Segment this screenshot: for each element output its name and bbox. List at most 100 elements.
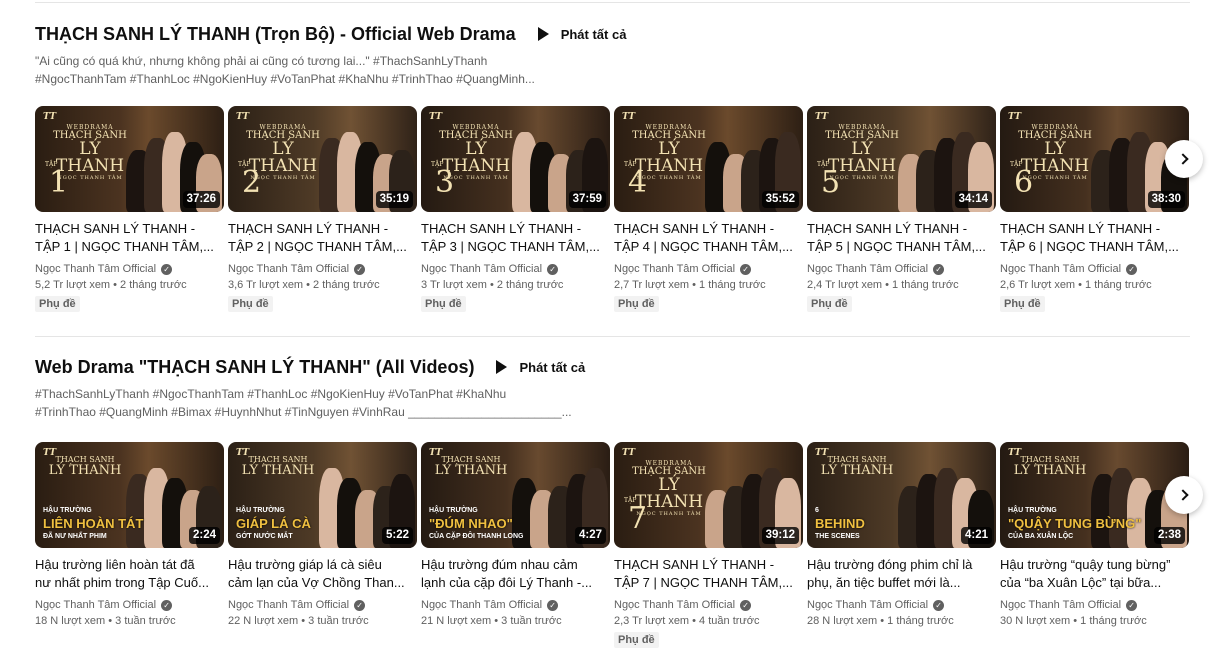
channel-name[interactable]: Ngọc Thanh Tâm Official ✓	[228, 263, 417, 275]
channel-name[interactable]: Ngọc Thanh Tâm Official ✓	[35, 263, 224, 275]
duration-badge: 35:52	[761, 191, 799, 208]
chevron-right-icon	[1176, 489, 1189, 501]
video-card[interactable]: TT WEBDRAMA THẠCH SANH LÝ THANH NGỌC THA…	[35, 106, 224, 312]
channel-label: Ngọc Thanh Tâm Official	[35, 599, 157, 611]
channel-label: Ngọc Thanh Tâm Official	[228, 263, 350, 275]
video-title[interactable]: THẠCH SANH LÝ THANH - TẬP 1 | NGỌC THANH…	[35, 220, 217, 256]
channel-name[interactable]: Ngọc Thanh Tâm Official ✓	[807, 263, 996, 275]
video-title[interactable]: Hậu trường giáp lá cà siêu cảm lạn của V…	[228, 556, 410, 592]
brand-logo: TT	[236, 112, 250, 122]
video-thumbnail[interactable]: TT THẠCH SANH LÝ THANH HẬU TRƯỜNG LIÊN H…	[35, 442, 224, 548]
duration-badge: 2:38	[1153, 527, 1185, 544]
verified-check-icon: ✓	[547, 599, 559, 611]
video-title[interactable]: Hậu trường “quậy tung bừng” của “ba Xuân…	[1000, 556, 1182, 592]
video-title-line: Hậu trường giáp lá cà siêu	[228, 557, 382, 572]
video-title[interactable]: Hậu trường đóng phim chỉ là phụ, ăn tiệc…	[807, 556, 989, 592]
next-button[interactable]	[1165, 140, 1203, 178]
channel-name[interactable]: Ngọc Thanh Tâm Official ✓	[228, 599, 417, 611]
video-thumbnail[interactable]: TT WEBDRAMA THẠCH SANH LÝ THANH NGỌC THA…	[35, 106, 224, 212]
shelf-title[interactable]: Web Drama "THẠCH SANH LÝ THANH" (All Vid…	[35, 357, 474, 378]
video-title[interactable]: THẠCH SANH LÝ THANH - TẬP 6 | NGỌC THANH…	[1000, 220, 1182, 256]
shelf-official-web-drama: THẠCH SANH LÝ THANH (Trọn Bộ) - Official…	[35, 20, 1218, 88]
video-title[interactable]: THẠCH SANH LÝ THANH - TẬP 5 | NGỌC THANH…	[807, 220, 989, 256]
channel-name[interactable]: Ngọc Thanh Tâm Official ✓	[1000, 263, 1189, 275]
channel-name[interactable]: Ngọc Thanh Tâm Official ✓	[421, 263, 610, 275]
video-card[interactable]: TT THẠCH SANH LÝ THANH 6 BEHIND THE SCEN…	[807, 442, 996, 648]
video-title-line: Hậu trường đóng phim chỉ là	[807, 557, 973, 572]
duration-badge: 39:12	[761, 527, 799, 544]
play-icon	[537, 27, 549, 41]
video-meta: 28 N lượt xem • 1 tháng trước	[807, 615, 954, 627]
video-card[interactable]: TT WEBDRAMA THẠCH SANH LÝ THANH NGỌC THA…	[614, 442, 803, 648]
series-title-art: THẠCH SANH LÝ THANH	[241, 455, 315, 478]
shelf-title[interactable]: THẠCH SANH LÝ THANH (Trọn Bộ) - Official…	[35, 24, 516, 45]
video-card[interactable]: TT THẠCH SANH LÝ THANH HẬU TRƯỜNG "QUẬY …	[1000, 442, 1189, 648]
verified-check-icon: ✓	[161, 263, 173, 275]
brand-logo: TT	[429, 112, 443, 122]
video-thumbnail[interactable]: TT WEBDRAMA THẠCH SANH LÝ THANH NGỌC THA…	[807, 106, 996, 212]
video-title-line: Hậu trường liên hoàn tát đã	[35, 557, 195, 572]
video-thumbnail[interactable]: TT WEBDRAMA THẠCH SANH LÝ THANH NGỌC THA…	[614, 442, 803, 548]
next-button[interactable]	[1165, 476, 1203, 514]
channel-label: Ngọc Thanh Tâm Official	[807, 263, 929, 275]
video-meta: 2,7 Tr lượt xem • 1 tháng trước	[614, 279, 766, 291]
video-card[interactable]: TT WEBDRAMA THẠCH SANH LÝ THANH NGỌC THA…	[807, 106, 996, 312]
video-card[interactable]: TT THẠCH SANH LÝ THANH HẬU TRƯỜNG "ĐÚM N…	[421, 442, 610, 648]
video-thumbnail[interactable]: TT THẠCH SANH LÝ THANH HẬU TRƯỜNG "ĐÚM N…	[421, 442, 610, 548]
video-card[interactable]: TT THẠCH SANH LÝ THANH HẬU TRƯỜNG GIÁP L…	[228, 442, 417, 648]
video-card[interactable]: TT WEBDRAMA THẠCH SANH LÝ THANH NGỌC THA…	[421, 106, 610, 312]
channel-name[interactable]: Ngọc Thanh Tâm Official ✓	[807, 599, 996, 611]
channel-name[interactable]: Ngọc Thanh Tâm Official ✓	[614, 263, 803, 275]
shelf-description: #ThachSanhLyThanh #NgocThanhTam #ThanhLo…	[35, 385, 595, 421]
channel-label: Ngọc Thanh Tâm Official	[1000, 263, 1122, 275]
channel-name[interactable]: Ngọc Thanh Tâm Official ✓	[35, 599, 224, 611]
video-meta: 3 Tr lượt xem • 2 tháng trước	[421, 279, 564, 291]
video-thumbnail[interactable]: TT THẠCH SANH LÝ THANH HẬU TRƯỜNG "QUẬY …	[1000, 442, 1189, 548]
video-title[interactable]: Hậu trường đúm nhau cảm lạnh của cặp đôi…	[421, 556, 603, 592]
video-title-line: Hậu trường đúm nhau cảm	[421, 557, 578, 572]
video-card[interactable]: TT WEBDRAMA THẠCH SANH LÝ THANH NGỌC THA…	[1000, 106, 1189, 312]
video-meta: 2,4 Tr lượt xem • 1 tháng trước	[807, 279, 959, 291]
video-title-line: TẬP 1 | NGỌC THANH TÂM,...	[35, 239, 214, 254]
channel-label: Ngọc Thanh Tâm Official	[614, 263, 736, 275]
video-title[interactable]: THẠCH SANH LÝ THANH - TẬP 4 | NGỌC THANH…	[614, 220, 796, 256]
video-title[interactable]: Hậu trường liên hoàn tát đã nư nhất phim…	[35, 556, 217, 592]
play-all-button[interactable]: Phát tất cả	[496, 360, 585, 375]
video-title-line: THẠCH SANH LÝ THANH -	[35, 221, 196, 236]
thumb-headline: HẬU TRƯỜNG	[1008, 507, 1057, 514]
brand-logo: TT	[815, 112, 829, 122]
verified-check-icon: ✓	[354, 599, 366, 611]
video-title-line: THẠCH SANH LÝ THANH -	[1000, 221, 1161, 236]
video-thumbnail[interactable]: TT WEBDRAMA THẠCH SANH LÝ THANH NGỌC THA…	[1000, 106, 1189, 212]
episode-number: 4	[628, 165, 648, 200]
video-title-line: TẬP 6 | NGỌC THANH TÂM,...	[1000, 239, 1179, 254]
video-thumbnail[interactable]: TT THẠCH SANH LÝ THANH 6 BEHIND THE SCEN…	[807, 442, 996, 548]
channel-label: Ngọc Thanh Tâm Official	[228, 599, 350, 611]
shelf-header: THẠCH SANH LÝ THANH (Trọn Bộ) - Official…	[35, 20, 1218, 48]
video-title[interactable]: THẠCH SANH LÝ THANH - TẬP 7 | NGỌC THANH…	[614, 556, 796, 592]
shelf-description-line: #TrinhThao #QuangMinh #Bimax #HuynhNhut …	[35, 405, 572, 419]
video-thumbnail[interactable]: TT WEBDRAMA THẠCH SANH LÝ THANH NGỌC THA…	[421, 106, 610, 212]
video-card[interactable]: TT WEBDRAMA THẠCH SANH LÝ THANH NGỌC THA…	[614, 106, 803, 312]
video-thumbnail[interactable]: TT THẠCH SANH LÝ THANH HẬU TRƯỜNG GIÁP L…	[228, 442, 417, 548]
episode-number: 7	[628, 501, 648, 536]
thumb-subtext: THE SCENES	[815, 533, 860, 540]
video-card[interactable]: TT WEBDRAMA THẠCH SANH LÝ THANH NGỌC THA…	[228, 106, 417, 312]
play-all-button[interactable]: Phát tất cả	[537, 27, 626, 42]
duration-badge: 4:21	[960, 527, 992, 544]
channel-name[interactable]: Ngọc Thanh Tâm Official ✓	[421, 599, 610, 611]
video-title-line: TẬP 4 | NGỌC THANH TÂM,...	[614, 239, 793, 254]
series-title-art: THẠCH SANH LÝ THANH	[434, 455, 508, 478]
brand-logo: TT	[622, 448, 636, 458]
channel-label: Ngọc Thanh Tâm Official	[421, 263, 543, 275]
video-thumbnail[interactable]: TT WEBDRAMA THẠCH SANH LÝ THANH NGỌC THA…	[614, 106, 803, 212]
video-title[interactable]: THẠCH SANH LÝ THANH - TẬP 3 | NGỌC THANH…	[421, 220, 603, 256]
channel-name[interactable]: Ngọc Thanh Tâm Official ✓	[614, 599, 803, 611]
subtitles-badge: Phụ đề	[614, 296, 659, 312]
channel-name[interactable]: Ngọc Thanh Tâm Official ✓	[1000, 599, 1189, 611]
video-thumbnail[interactable]: TT WEBDRAMA THẠCH SANH LÝ THANH NGỌC THA…	[228, 106, 417, 212]
video-card[interactable]: TT THẠCH SANH LÝ THANH HẬU TRƯỜNG LIÊN H…	[35, 442, 224, 648]
video-title-line: THẠCH SANH LÝ THANH -	[228, 221, 389, 236]
video-title[interactable]: THẠCH SANH LÝ THANH - TẬP 2 | NGỌC THANH…	[228, 220, 410, 256]
duration-badge: 34:14	[954, 191, 992, 208]
